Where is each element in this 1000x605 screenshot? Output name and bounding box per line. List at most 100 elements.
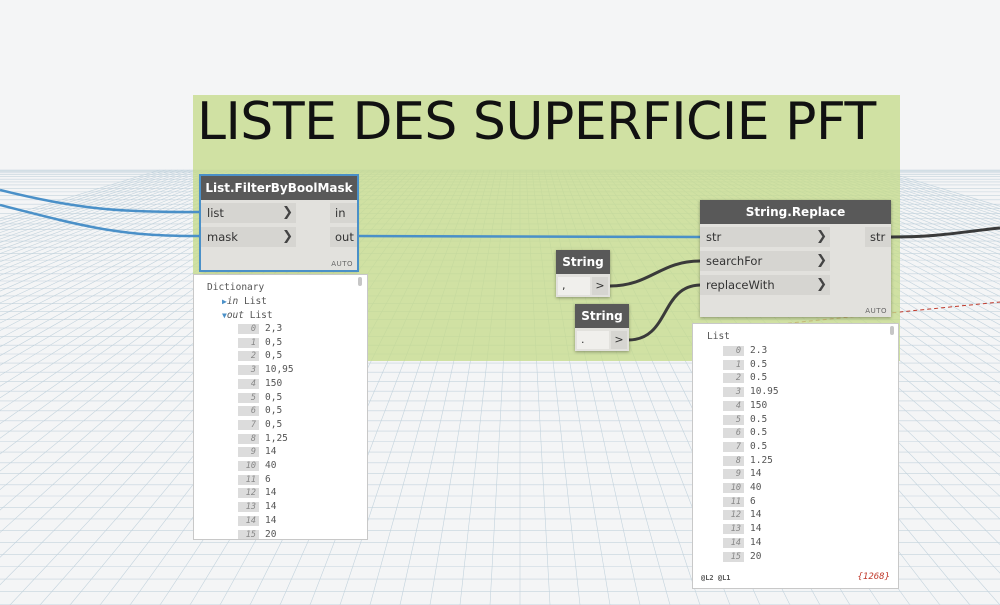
list-index: 9: [723, 469, 744, 480]
list-index: 4: [238, 378, 259, 389]
node-title[interactable]: String: [556, 250, 610, 274]
list-index: 12: [238, 488, 259, 499]
list-item: 15 20: [238, 528, 277, 540]
list-item: 10 40: [238, 460, 276, 471]
dict-value: List: [249, 310, 273, 321]
preview-scrollbar[interactable]: [358, 277, 362, 286]
list-index: 14: [723, 537, 744, 548]
list-index: 1: [723, 359, 744, 370]
list-index: 5: [238, 392, 259, 403]
list-item: 11 6: [723, 496, 756, 507]
input-port-mask[interactable]: mask ❯: [201, 227, 296, 247]
list-item: 4 150: [723, 400, 767, 411]
node-title[interactable]: String: [575, 304, 629, 328]
list-index: 0: [723, 346, 744, 356]
node-preview-replace[interactable]: List 0 2.3 1 0.5 2 0.5 3 10.95 4 150 5 0.5 6 0.5 7 0.5 8…: [692, 323, 899, 589]
list-index: 10: [238, 461, 259, 471]
list-value: 0,5: [265, 391, 283, 403]
list-index: 4: [723, 400, 744, 411]
list-item: 6 0.5: [723, 427, 768, 439]
list-value: 0.5: [750, 358, 768, 370]
dict-value: List: [244, 296, 267, 307]
list-value: 1,25: [265, 432, 288, 444]
list-item: 9 14: [238, 446, 277, 458]
list-index: 3: [238, 365, 259, 376]
node-list-filterbyboolmask[interactable]: List.FilterByBoolMask list ❯ mask ❯ in o…: [199, 174, 359, 272]
list-index: 7: [238, 419, 259, 430]
list-value: 10.95: [750, 386, 779, 398]
node-title[interactable]: List.FilterByBoolMask: [201, 176, 357, 200]
list-value: 20: [265, 528, 277, 540]
list-index: 8: [238, 433, 259, 444]
list-value: 2.3: [750, 345, 768, 356]
list-value: 0,5: [265, 336, 283, 348]
list-index: 5: [723, 414, 744, 425]
list-index: 13: [723, 524, 744, 535]
list-value: 14: [750, 468, 762, 480]
chevron-right-icon: ❯: [816, 277, 827, 292]
output-port[interactable]: >: [611, 331, 627, 349]
list-value: 40: [265, 460, 277, 471]
input-port-list[interactable]: list ❯: [201, 203, 296, 223]
list-value: 0.5: [750, 427, 768, 439]
list-item: 6 0,5: [238, 405, 282, 417]
output-port-str[interactable]: str: [865, 227, 891, 247]
lacing-badge: AUTO: [331, 260, 353, 268]
list-item: 5 0.5: [723, 414, 767, 425]
list-value: 14: [265, 514, 277, 526]
node-string-comma[interactable]: String , >: [556, 250, 610, 297]
list-index: 11: [238, 474, 259, 485]
node-title[interactable]: String.Replace: [700, 200, 891, 224]
input-port-searchfor[interactable]: searchFor ❯: [700, 251, 830, 271]
preview-in-entry[interactable]: ▶in List: [222, 296, 267, 307]
list-value: 0.5: [750, 372, 768, 384]
input-port-replacewith[interactable]: replaceWith ❯: [700, 275, 830, 295]
group-title[interactable]: LISTE DES SUPERFICIE PFT: [197, 92, 876, 152]
lacing-badge: AUTO: [865, 307, 887, 315]
list-item: 1 0.5: [723, 359, 767, 370]
list-item: 13 14: [238, 501, 277, 513]
output-port[interactable]: >: [592, 277, 608, 295]
node-preview-filter[interactable]: Dictionary ▶in List ▼out List 0 2,3 1 0,5 2 0…: [193, 274, 368, 540]
string-input[interactable]: .: [577, 331, 609, 349]
list-value: 6: [265, 473, 271, 485]
output-port-in[interactable]: in: [330, 203, 357, 223]
list-index: 15: [723, 551, 744, 562]
port-label: mask: [207, 230, 238, 244]
list-item: 5 0,5: [238, 392, 282, 403]
list-item: 2 0.5: [723, 372, 768, 384]
list-value: 1.25: [750, 454, 773, 466]
output-port-out[interactable]: out: [330, 227, 357, 247]
chevron-right-icon: ❯: [282, 205, 293, 220]
list-index: 6: [238, 406, 259, 417]
list-value: 20: [750, 550, 762, 562]
list-item: 1 0,5: [238, 337, 282, 348]
list-index: 0: [238, 324, 259, 334]
preview-out-entry[interactable]: ▼out List: [222, 310, 273, 321]
string-input[interactable]: ,: [558, 277, 590, 295]
list-levels[interactable]: @L2 @L1: [701, 574, 731, 582]
list-item: 10 40: [723, 482, 761, 493]
list-value: 6: [750, 495, 756, 507]
list-value: 0,5: [265, 418, 283, 430]
list-item: 14 14: [238, 515, 276, 526]
list-value: 14: [265, 501, 277, 513]
list-item: 7 0.5: [723, 441, 767, 452]
list-value: 10,95: [265, 364, 294, 376]
list-item: 12 14: [723, 509, 762, 521]
node-string-replace[interactable]: String.Replace str ❯ searchFor ❯ replace…: [700, 200, 891, 317]
list-value: 150: [750, 399, 768, 411]
port-label: replaceWith: [706, 278, 775, 292]
list-index: 14: [238, 515, 259, 526]
list-index: 1: [238, 337, 259, 348]
input-port-str[interactable]: str ❯: [700, 227, 830, 247]
list-value: 14: [265, 446, 277, 458]
node-string-dot[interactable]: String . >: [575, 304, 629, 351]
port-label: str: [706, 230, 722, 244]
list-value: 0.5: [750, 440, 768, 452]
list-index: 3: [723, 387, 744, 398]
list-index: 2: [238, 351, 259, 362]
list-value: 150: [265, 377, 283, 389]
list-value: 14: [750, 509, 762, 521]
preview-scrollbar[interactable]: [890, 326, 894, 335]
